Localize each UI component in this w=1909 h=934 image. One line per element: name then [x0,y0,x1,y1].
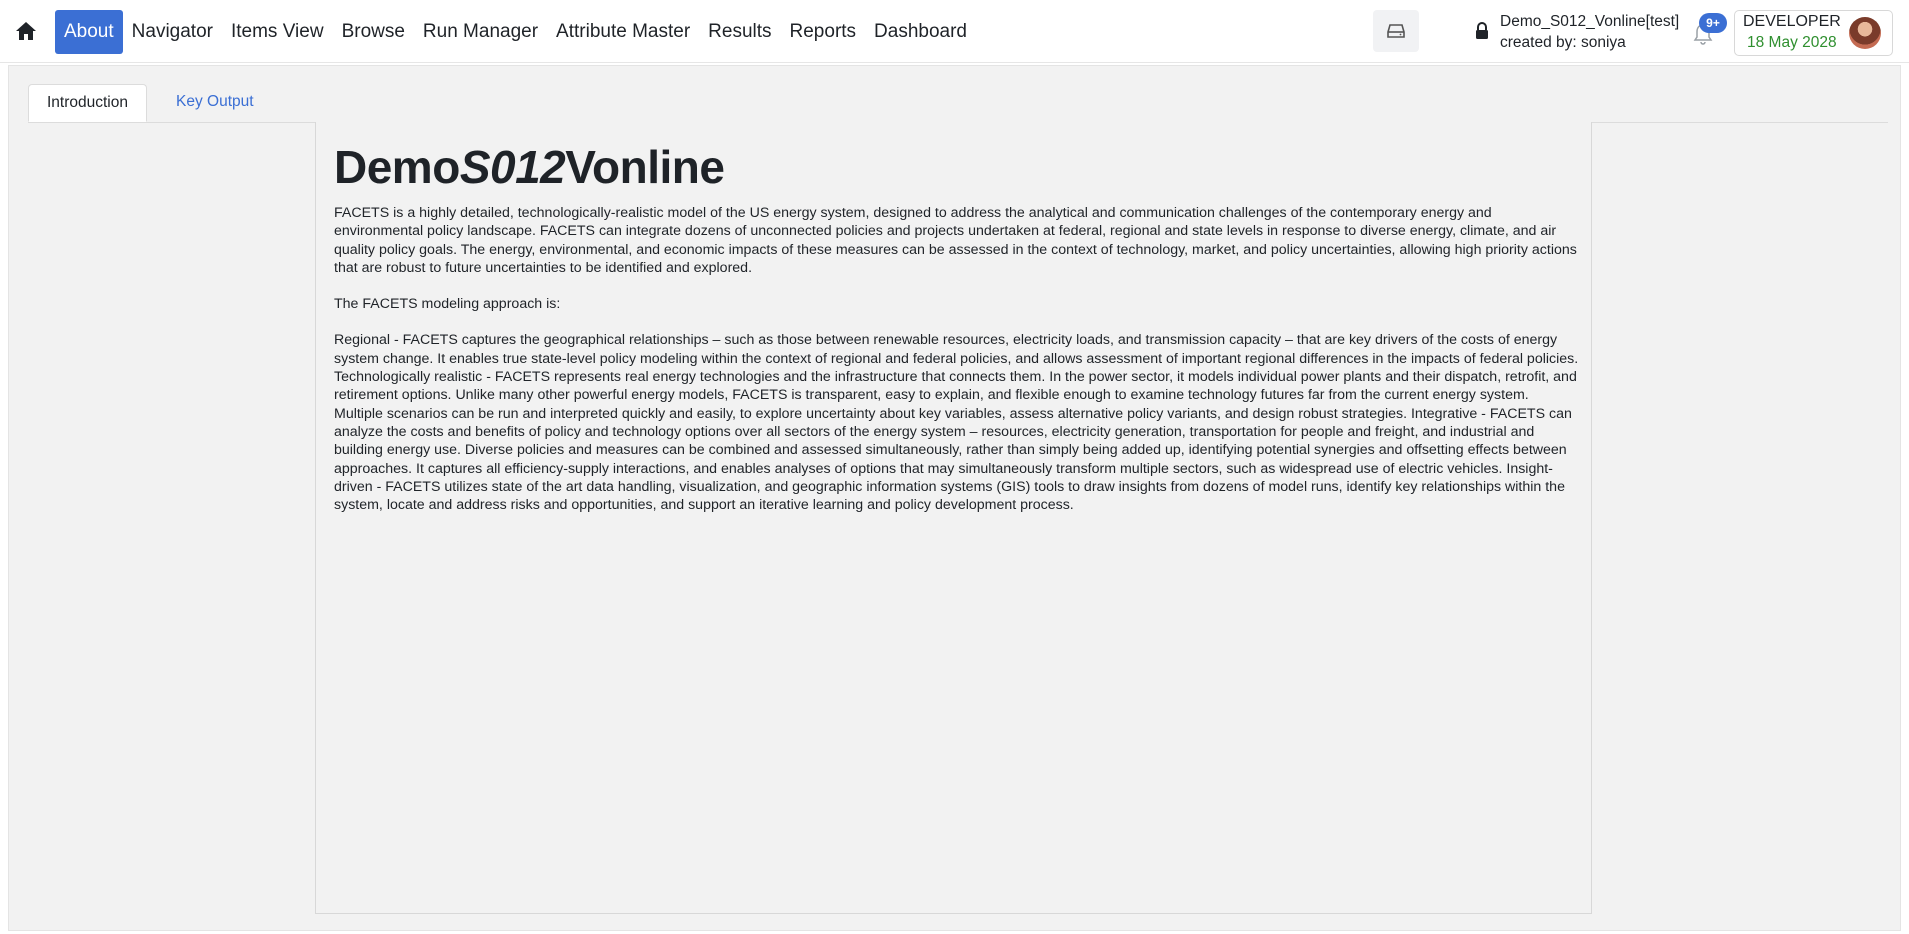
nav-run-manager[interactable]: Run Manager [414,10,547,54]
nav-reports[interactable]: Reports [781,10,866,54]
introduction-panel: DemoS012Vonline FACETS is a highly detai… [315,122,1592,914]
approach-heading: The FACETS modeling approach is: [334,296,561,313]
tab-introduction[interactable]: Introduction [28,84,147,122]
top-navbar: About Navigator Items View Browse Run Ma… [0,0,1909,63]
page-title: DemoS012Vonline [334,140,725,194]
title-part-3: Vonline [565,141,725,193]
introduction-text: FACETS is a highly detailed, technologic… [334,204,1579,532]
notification-badge: 9+ [1699,13,1727,33]
database-button[interactable] [1373,10,1419,52]
main-nav: About Navigator Items View Browse Run Ma… [55,10,976,54]
nav-browse[interactable]: Browse [333,10,414,54]
project-info: Demo_S012_Vonline[test] created by: soni… [1500,11,1679,53]
nav-navigator[interactable]: Navigator [123,10,222,54]
tab-bar: Introduction Key Output [28,84,1888,123]
title-part-2: S012 [459,141,566,193]
project-name: Demo_S012_Vonline[test] [1500,13,1680,30]
intro-paragraph: FACETS is a highly detailed, technologic… [334,205,1577,276]
user-role: DEVELOPER [1743,13,1841,30]
tab-key-output[interactable]: Key Output [158,84,272,122]
nav-items-view[interactable]: Items View [222,10,333,54]
nav-about[interactable]: About [55,10,123,54]
home-icon[interactable] [14,19,38,43]
workspace: Introduction Key Output DemoS012Vonline … [8,65,1901,931]
user-menu[interactable]: DEVELOPER 18 May 2028 [1734,10,1893,56]
project-created-by: created by: soniya [1500,34,1626,51]
approach-paragraph: Regional - FACETS captures the geographi… [334,332,1579,514]
lock-icon [1474,22,1490,40]
user-date: 18 May 2028 [1747,34,1837,51]
nav-results[interactable]: Results [699,10,780,54]
nav-dashboard[interactable]: Dashboard [865,10,976,54]
avatar [1849,17,1881,49]
nav-attribute-master[interactable]: Attribute Master [547,10,699,54]
title-part-1: Demo [334,141,460,193]
database-drive-icon [1387,24,1405,38]
